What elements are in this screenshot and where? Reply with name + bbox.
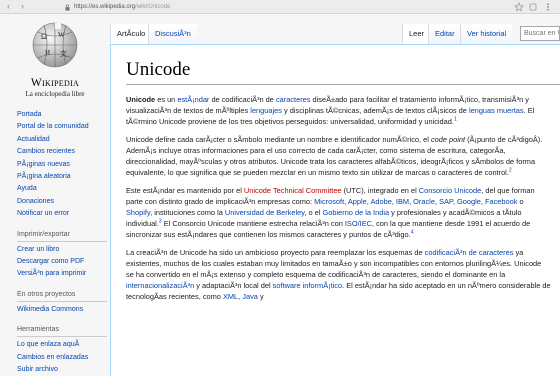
paragraph-3: Este estÃ¡ndar es mantenido por el Unico… [126, 185, 551, 240]
tab-history[interactable]: Ver historial [460, 24, 513, 44]
text: y disciplinas tÃ©cnicas, ademÃ¡s de text… [281, 106, 469, 116]
text: y [257, 292, 264, 301]
link-google[interactable]: Google [457, 197, 481, 206]
link-oracle[interactable]: Oracle [413, 197, 435, 206]
text: La creaciÃ³n de Unicode ha sido un ambic… [126, 247, 425, 257]
text: Unicode define cada carÃ¡cter o sÃmbolo … [126, 134, 431, 144]
link-software-informatico[interactable]: software informÃ¡tico [273, 281, 342, 290]
page-title: Unicode [126, 59, 191, 80]
sidebar-item-ayuda[interactable]: Ayuda [17, 183, 109, 195]
wikipedia-logo[interactable]: Ω W И 文 Wikipedia La enciclopedia libre [18, 20, 92, 102]
paragraph-1: Unicode es un estÃ¡ndar de codificaciÃ³n… [126, 94, 551, 127]
link-xml[interactable]: XML [223, 292, 238, 301]
sidebar-item-pagina-aleatoria[interactable]: PÃ¡gina aleatoria [17, 171, 109, 183]
forward-arrow-icon[interactable]: › [17, 1, 28, 12]
reference-link[interactable]: 1 [454, 117, 457, 123]
link-estandar[interactable]: estÃ¡ndar [177, 95, 209, 104]
sidebar-item-cambios-enlazadas[interactable]: Cambios en enlazadas [17, 352, 109, 364]
link-ibm[interactable]: IBM [396, 197, 409, 206]
link-consorcio-unicode[interactable]: Consorcio Unicode [419, 186, 481, 195]
search-input[interactable]: Buscar en W [520, 26, 560, 41]
sidebar-item-portada[interactable]: Portada [17, 109, 109, 121]
link-iso-iec[interactable]: ISO/IEC [345, 219, 372, 228]
link-java[interactable]: Java [242, 292, 258, 301]
sidebar-item-lo-que-enlaza[interactable]: Lo que enlaza aquÃ [17, 339, 109, 351]
link-sap[interactable]: SAP [439, 197, 453, 206]
address-bar[interactable]: https://es.wikipedia.org/wiki/Unicode [64, 2, 474, 12]
sidebar-item-notificar-error[interactable]: Notificar un error [17, 208, 109, 220]
browser-toolbar: ‹ › https://es.wikipedia.org/wiki/Unicod… [0, 0, 560, 14]
tab-article[interactable]: ArtÃculo [110, 24, 152, 44]
sidebar-navigation: Portada Portal de la comunidad Actualida… [17, 109, 109, 376]
wordmark: Wikipedia [30, 77, 80, 89]
sidebar: Ω W И 文 Wikipedia La enciclopedia libre … [0, 14, 110, 376]
article-content: Unicode Unicode es un estÃ¡ndar de codif… [110, 44, 560, 376]
redlink-utc[interactable]: Unicode Technical Committee [244, 186, 342, 195]
sidebar-item-actualidad[interactable]: Actualidad [17, 134, 109, 146]
text: es un [155, 95, 178, 104]
link-gobierno-india[interactable]: Gobierno de la India [323, 208, 390, 217]
sidebar-item-wikimedia-commons[interactable]: Wikimedia Commons [17, 304, 109, 316]
sidebar-heading-print[interactable]: Imprimir/exportar [17, 221, 107, 242]
term-italic: code point [430, 134, 466, 144]
text: , instituciones como la [150, 207, 225, 217]
sidebar-item-portal-comunidad[interactable]: Portal de la comunidad [17, 121, 109, 133]
sidebar-heading-projects[interactable]: En otros proyectos [17, 281, 107, 302]
sidebar-item-subir-archivo[interactable]: Subir archivo [17, 364, 109, 376]
tagline: La enciclopedia libre [25, 90, 85, 98]
browser-window: ‹ › https://es.wikipedia.org/wiki/Unicod… [0, 0, 560, 376]
back-arrow-icon[interactable]: ‹ [3, 1, 14, 12]
link-internacionalizacion[interactable]: internacionalizaciÃ³n [126, 281, 194, 290]
text: de codificaciÃ³n de [209, 95, 276, 104]
link-caracteres[interactable]: caracteres [276, 95, 311, 104]
text: o [517, 196, 524, 206]
link-microsoft[interactable]: Microsoft [314, 197, 344, 206]
sidebar-item-descargar-pdf[interactable]: Descargar como PDF [17, 256, 109, 268]
sidebar-item-paginas-nuevas[interactable]: PÃ¡ginas nuevas [17, 159, 109, 171]
paragraph-4: La creaciÃ³n de Unicode ha sido un ambic… [126, 247, 551, 302]
paragraph-2: Unicode define cada carÃ¡cter o sÃmbolo … [126, 134, 551, 178]
svg-text:И: И [45, 49, 50, 57]
puzzle-globe-icon: Ω W И 文 [32, 22, 78, 68]
text: Este estÃ¡ndar es mantenido por el [126, 185, 244, 195]
sidebar-heading-tools[interactable]: Herramientas [17, 316, 107, 338]
link-shopify[interactable]: Shopify [126, 208, 150, 217]
star-icon[interactable] [514, 2, 524, 12]
tab-read[interactable]: Leer [402, 24, 431, 44]
lock-icon [65, 4, 70, 11]
link-lenguajes[interactable]: lenguajes [250, 106, 282, 115]
reference-link[interactable]: 2 [509, 168, 512, 174]
sidebar-item-cambios-recientes[interactable]: Cambios recientes [17, 146, 109, 158]
article-body: Unicode es un estÃ¡ndar de codificaciÃ³n… [126, 94, 551, 309]
tab-discussion[interactable]: DiscusiÃ³n [148, 24, 197, 44]
url-host: https://es.wikipedia.org [74, 4, 136, 10]
sidebar-item-version-imprimir[interactable]: VersiÃ³n para imprimir [17, 268, 109, 280]
text: , o el [304, 207, 323, 217]
title-divider [126, 84, 560, 85]
menu-dots-icon[interactable] [543, 2, 553, 12]
link-apple[interactable]: Apple [348, 197, 367, 206]
text: El Consorcio Unicode mantiene estrecha r… [161, 218, 345, 228]
svg-text:W: W [58, 31, 65, 39]
link-facebook[interactable]: Facebook [485, 197, 517, 206]
link-universidad-berkeley[interactable]: Universidad de Berkeley [225, 208, 305, 217]
sidebar-item-donaciones[interactable]: Donaciones [17, 196, 109, 208]
text: (UTC), integrado en el [341, 185, 419, 195]
link-codificacion-caracteres[interactable]: codificaciÃ³n de caracteres [425, 248, 514, 257]
reference-link[interactable]: 4 [411, 230, 414, 236]
extension-icon[interactable] [528, 2, 538, 12]
tab-edit[interactable]: Editar [428, 24, 461, 44]
sidebar-item-crear-libro[interactable]: Crear un libro [17, 244, 109, 256]
term-bold: Unicode [126, 95, 156, 104]
svg-text:Ω: Ω [41, 32, 47, 41]
text: y adaptaciÃ³n local del [194, 280, 273, 290]
link-lenguas-muertas[interactable]: lenguas muertas [469, 106, 524, 115]
url-path: /wiki/Unicode [135, 4, 171, 10]
page-tabs: ArtÃculo DiscusiÃ³n Leer Editar Ver hist… [110, 20, 560, 44]
link-adobe[interactable]: Adobe [370, 197, 391, 206]
svg-text:文: 文 [60, 49, 67, 58]
